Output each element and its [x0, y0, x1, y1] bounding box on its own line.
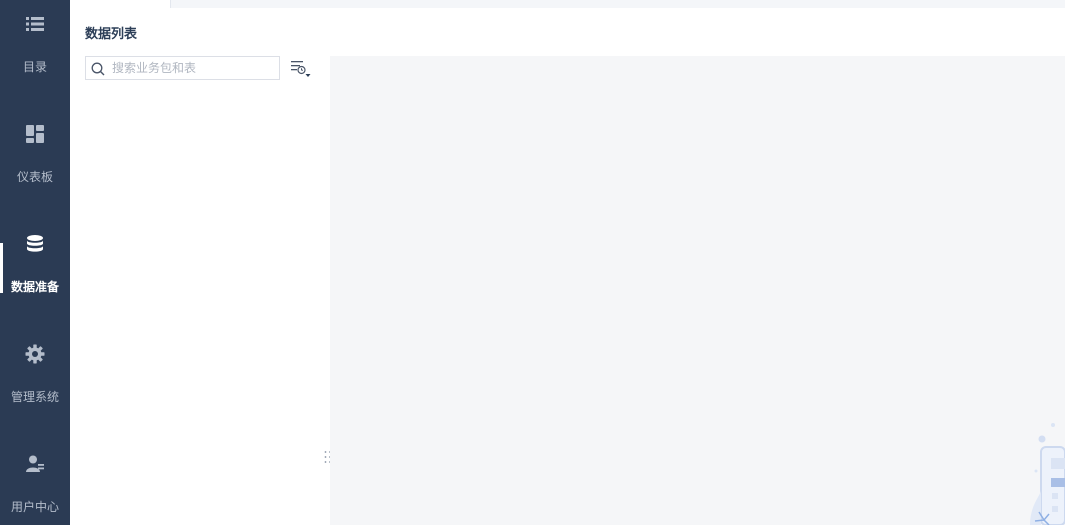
gear-icon — [24, 343, 46, 365]
app-root: 目录 仪表板 数据准备 管理系统 用户中心 数据列表 搜索业务包和表 — [0, 0, 1065, 525]
nav-item-user-center[interactable]: 用户中心 — [0, 440, 70, 525]
main-content-area — [330, 56, 1065, 525]
nav-active-indicator — [0, 243, 3, 293]
dashboard-grid-icon — [24, 123, 46, 145]
panel-title: 数据列表 — [85, 27, 138, 42]
nav-label-admin: 管理系统 — [10, 390, 59, 404]
nav-label-user-center: 用户中心 — [10, 500, 59, 514]
nav-item-catalog[interactable]: 目录 — [0, 0, 70, 110]
top-tab-divider — [170, 0, 171, 8]
nav-label-data-prep: 数据准备 — [10, 280, 59, 294]
empty-state-illustration — [1025, 420, 1065, 525]
nav-item-data-prep[interactable]: 数据准备 — [0, 220, 70, 330]
nav-item-admin[interactable]: 管理系统 — [0, 330, 70, 440]
nav-label-catalog: 目录 — [22, 60, 47, 74]
top-tab-strip — [170, 0, 1065, 8]
user-icon — [24, 453, 46, 475]
nav-item-dashboard[interactable]: 仪表板 — [0, 110, 70, 220]
catalog-list-icon — [24, 13, 46, 35]
filter-list-icon — [290, 61, 312, 83]
search-box[interactable] — [85, 56, 280, 80]
database-icon — [24, 233, 46, 255]
search-icon — [91, 61, 105, 76]
filter-list-button[interactable] — [290, 59, 312, 79]
search-input[interactable] — [112, 59, 276, 77]
side-navigation: 目录 仪表板 数据准备 管理系统 用户中心 — [0, 0, 70, 525]
nav-label-dashboard: 仪表板 — [16, 170, 53, 184]
